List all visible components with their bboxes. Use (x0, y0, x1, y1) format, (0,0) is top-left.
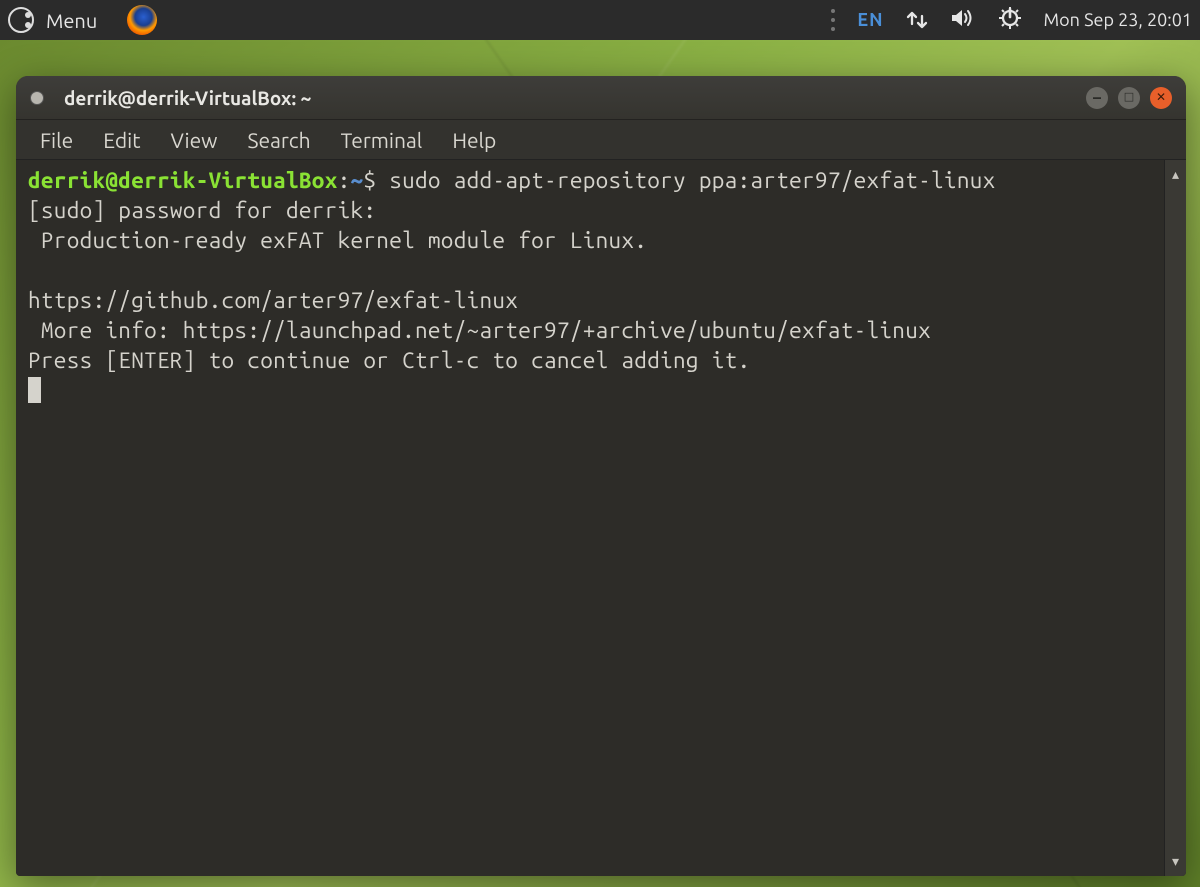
menu-view[interactable]: View (158, 124, 229, 156)
menu-help[interactable]: Help (440, 124, 508, 156)
window-controls (1086, 87, 1172, 109)
menu-file[interactable]: File (28, 124, 85, 156)
keyboard-language-indicator[interactable]: EN (857, 10, 883, 30)
terminal-line: More info: https://launchpad.net/~arter9… (28, 318, 931, 343)
network-icon[interactable] (906, 10, 928, 30)
system-top-panel: Menu EN (0, 0, 1200, 40)
terminal-command: sudo add-apt-repository ppa:arter97/exfa… (389, 168, 995, 193)
firefox-icon[interactable] (127, 5, 157, 35)
window-close-button[interactable] (1150, 87, 1172, 109)
window-title: derrik@derrik-VirtualBox: ~ (64, 87, 1086, 109)
terminal-line: Press [ENTER] to continue or Ctrl-c to c… (28, 348, 750, 373)
clock-label[interactable]: Mon Sep 23, 20:01 (1044, 10, 1192, 30)
window-app-indicator-icon (30, 91, 44, 105)
window-minimize-button[interactable] (1086, 87, 1108, 109)
terminal-scrollbar[interactable]: ▴ ▾ (1164, 160, 1186, 876)
terminal-body: derrik@derrik-VirtualBox:~$ sudo add-apt… (16, 160, 1186, 876)
prompt-user-host: derrik@derrik-VirtualBox (28, 168, 338, 193)
terminal-text-area[interactable]: derrik@derrik-VirtualBox:~$ sudo add-apt… (16, 160, 1164, 876)
menu-edit[interactable]: Edit (91, 124, 152, 156)
window-maximize-button[interactable] (1118, 87, 1140, 109)
power-gear-icon[interactable] (998, 6, 1022, 34)
terminal-line: https://github.com/arter97/exfat-linux (28, 288, 518, 313)
prompt-path: ~ (351, 168, 364, 193)
panel-left: Menu (8, 5, 157, 35)
volume-icon[interactable] (950, 8, 976, 32)
window-titlebar[interactable]: derrik@derrik-VirtualBox: ~ (16, 76, 1186, 120)
terminal-window: derrik@derrik-VirtualBox: ~ File Edit Vi… (16, 76, 1186, 876)
panel-drag-handle-icon[interactable] (831, 9, 835, 31)
panel-right: EN (831, 6, 1192, 34)
terminal-menubar: File Edit View Search Terminal Help (16, 120, 1186, 160)
terminal-line: [sudo] password for derrik: (28, 198, 376, 223)
prompt-symbol: $ (363, 168, 389, 193)
prompt-sep: : (338, 168, 351, 193)
menu-search[interactable]: Search (235, 124, 322, 156)
scrollbar-up-icon[interactable]: ▴ (1172, 164, 1179, 185)
applications-menu-button[interactable]: Menu (46, 9, 97, 32)
terminal-line: Production-ready exFAT kernel module for… (28, 228, 647, 253)
menu-terminal[interactable]: Terminal (329, 124, 435, 156)
ubuntu-logo-icon[interactable] (8, 7, 34, 33)
scrollbar-down-icon[interactable]: ▾ (1172, 851, 1179, 872)
terminal-cursor (28, 377, 41, 403)
